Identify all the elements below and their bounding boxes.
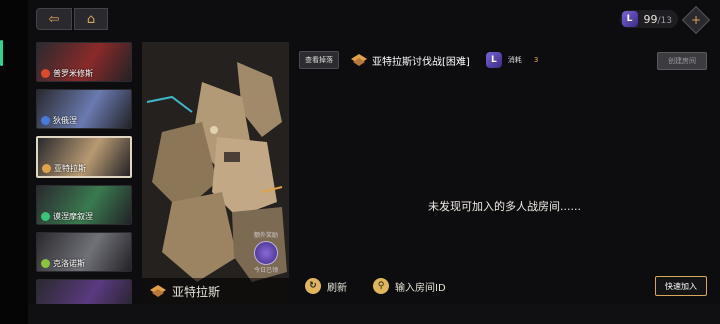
stamina-counter: L 99/13 [619, 10, 678, 28]
enter-room-id-label: 输入房间ID [395, 282, 446, 294]
boss-list-label: 普罗米修斯 [41, 68, 93, 79]
boss-list-name: 克洛诺斯 [53, 259, 85, 268]
boss-list-name: 狄俄涅 [53, 116, 77, 125]
element-icon [41, 116, 50, 125]
left-edge-strip [0, 0, 28, 324]
top-bar: ⇦ ⌂ L 99/13 + [28, 0, 720, 36]
reward-coin-icon [254, 241, 278, 265]
boss-list-label: 谟涅摩叙涅 [41, 211, 93, 222]
boss-list-item[interactable]: 克洛诺斯 [36, 232, 132, 272]
boss-list-item[interactable]: 狄俄涅 [36, 89, 132, 129]
create-room-button[interactable]: 创建房间 [657, 52, 707, 70]
cost-value: 3 [533, 56, 539, 64]
boss-list-name: 亚特拉斯 [54, 164, 86, 173]
refresh-label: 刷新 [327, 282, 347, 294]
boss-emblem-icon [351, 54, 367, 66]
stamina-cost: L 消耗 3 [485, 52, 539, 68]
bottom-action-bar: ↻ 刷新 ⚲ 输入房间ID 快速加入 [299, 274, 710, 298]
add-stamina-button[interactable]: + [681, 5, 711, 35]
boss-list: 普罗米修斯狄俄涅亚特拉斯谟涅摩叙涅克洛诺斯赫卡忒 [36, 42, 132, 304]
stamina-max: /13 [657, 15, 672, 26]
battle-title-text: 亚特拉斯讨伐战[困难] [372, 56, 470, 68]
search-icon: ⚲ [373, 278, 389, 294]
element-icon [41, 212, 50, 221]
boss-list-name: 谟涅摩叙涅 [53, 212, 93, 221]
home-icon: ⌂ [86, 11, 96, 27]
boss-portrait: 额外奖励 今日已领 亚特拉斯 [142, 42, 289, 304]
room-panel-header: 查看掉落 亚特拉斯讨伐战[困难] L 消耗 3 创建房间 [299, 50, 710, 70]
boss-list-name: 普罗米修斯 [53, 69, 93, 78]
extra-reward-badge: 额外奖励 今日已领 [248, 230, 284, 274]
boss-list-item[interactable]: 谟涅摩叙涅 [36, 185, 132, 225]
cost-label: 消耗 [507, 56, 522, 64]
arrow-left-icon: ⇦ [48, 11, 60, 27]
boss-list-item[interactable]: 普罗米修斯 [36, 42, 132, 82]
boss-nameplate: 亚特拉斯 [142, 278, 289, 304]
reward-badge-status: 今日已领 [253, 267, 278, 274]
enter-room-id-button[interactable]: ⚲ 输入房间ID [373, 278, 446, 294]
reward-badge-title: 额外奖励 [253, 232, 278, 239]
boss-name: 亚特拉斯 [172, 284, 221, 299]
side-accent-bar [0, 40, 3, 66]
boss-emblem-icon [150, 285, 166, 297]
refresh-button[interactable]: ↻ 刷新 [305, 278, 347, 294]
boss-list-item[interactable]: 赫卡忒 [36, 279, 132, 304]
stamina-icon: L [485, 52, 502, 68]
view-drops-button[interactable]: 查看掉落 [299, 51, 339, 69]
back-button[interactable]: ⇦ [36, 8, 72, 30]
stamina-icon: L [621, 11, 638, 27]
element-icon [41, 259, 50, 268]
room-list-area: 未发现可加入的多人战房间...... [299, 78, 710, 268]
element-icon [41, 69, 50, 78]
plus-icon: + [690, 13, 702, 27]
boss-list-label: 狄俄涅 [41, 115, 77, 126]
boss-list-label: 克洛诺斯 [41, 258, 85, 269]
boss-list-label: 亚特拉斯 [42, 163, 86, 174]
battle-title: 亚特拉斯讨伐战[困难] [351, 53, 470, 68]
stamina-current: 99 [643, 12, 658, 26]
home-button[interactable]: ⌂ [74, 8, 108, 30]
empty-room-message: 未发现可加入的多人战房间...... [428, 200, 581, 213]
quick-join-button[interactable]: 快速加入 [655, 276, 707, 296]
element-icon [42, 164, 51, 173]
bottom-shade [28, 304, 720, 324]
boss-list-item[interactable]: 亚特拉斯 [36, 136, 132, 178]
refresh-icon: ↻ [305, 278, 321, 294]
